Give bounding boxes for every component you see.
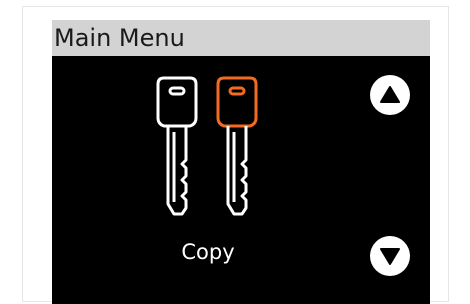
orange-key-icon (216, 76, 258, 128)
scroll-down-button[interactable] (370, 236, 410, 276)
title-bar: Main Menu (52, 20, 430, 56)
menu-title: Main Menu (54, 24, 185, 52)
two-keys-icon (152, 74, 262, 224)
display-screen: Main Menu Copy (52, 20, 430, 304)
triangle-up-icon (380, 86, 400, 103)
white-key-icon (156, 76, 198, 216)
scroll-up-button[interactable] (370, 75, 410, 115)
triangle-down-icon (380, 248, 400, 265)
menu-item-label: Copy (181, 240, 235, 264)
orange-key-blade-icon (226, 126, 248, 216)
